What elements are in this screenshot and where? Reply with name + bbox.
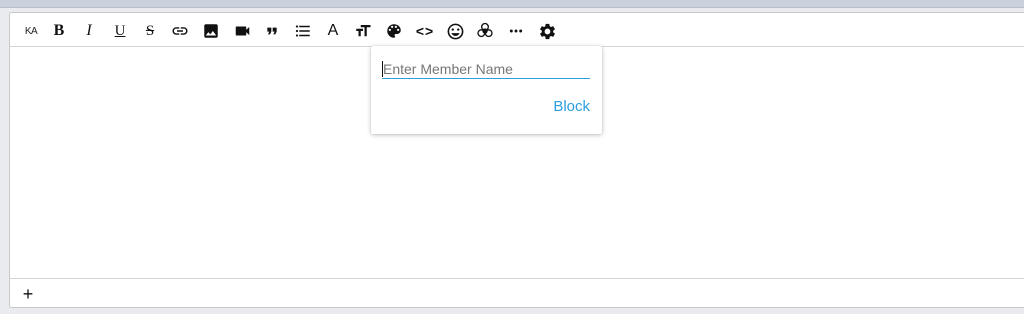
text-caret	[382, 61, 383, 77]
strikethrough-label: S	[145, 23, 155, 39]
block-button[interactable]: Block	[553, 97, 590, 117]
bold-label: B	[53, 22, 65, 39]
underline-label: U	[114, 23, 126, 39]
biohazard-icon	[477, 22, 493, 38]
video-button[interactable]	[230, 20, 254, 42]
biohazard-button[interactable]	[473, 20, 497, 42]
gear-icon	[539, 23, 555, 39]
member-name-input[interactable]	[382, 59, 590, 79]
code-button[interactable]: <>	[413, 20, 437, 42]
smiley-icon	[447, 23, 463, 39]
quote-button[interactable]	[260, 20, 284, 42]
italic-button[interactable]: I	[77, 20, 101, 42]
font-label: A	[327, 22, 339, 39]
bold-button[interactable]: B	[47, 20, 71, 42]
bullet-list-icon	[295, 25, 310, 37]
code-label: <>	[415, 23, 435, 39]
more-button[interactable]	[504, 20, 528, 42]
color-palette-button[interactable]	[382, 20, 406, 42]
underline-button[interactable]: U	[108, 20, 132, 42]
quote-icon	[267, 27, 277, 35]
block-member-popover: Block	[371, 46, 602, 134]
settings-button[interactable]	[535, 20, 559, 42]
text-size-icon	[356, 25, 371, 37]
palette-icon	[387, 24, 401, 38]
ka-label: KA	[24, 25, 38, 37]
italic-label: I	[86, 22, 92, 39]
top-strip	[0, 0, 1024, 7]
emoji-button[interactable]	[443, 20, 467, 42]
link-icon	[172, 27, 188, 35]
image-button[interactable]	[199, 20, 223, 42]
image-icon	[204, 24, 218, 38]
add-button[interactable]: +	[18, 283, 38, 305]
strikethrough-button[interactable]: S	[138, 20, 162, 42]
video-camera-icon	[235, 26, 249, 36]
editor-toolbar: KA B I U S A <>	[10, 13, 1024, 47]
font-button[interactable]: A	[321, 20, 345, 42]
list-button[interactable]	[291, 20, 315, 42]
link-button[interactable]	[168, 20, 192, 42]
more-dots-icon	[509, 29, 523, 33]
editor-footer: +	[10, 278, 1024, 308]
text-size-button[interactable]	[351, 20, 375, 42]
ka-language-button[interactable]: KA	[19, 20, 43, 42]
top-strip-divider	[0, 7, 1024, 8]
